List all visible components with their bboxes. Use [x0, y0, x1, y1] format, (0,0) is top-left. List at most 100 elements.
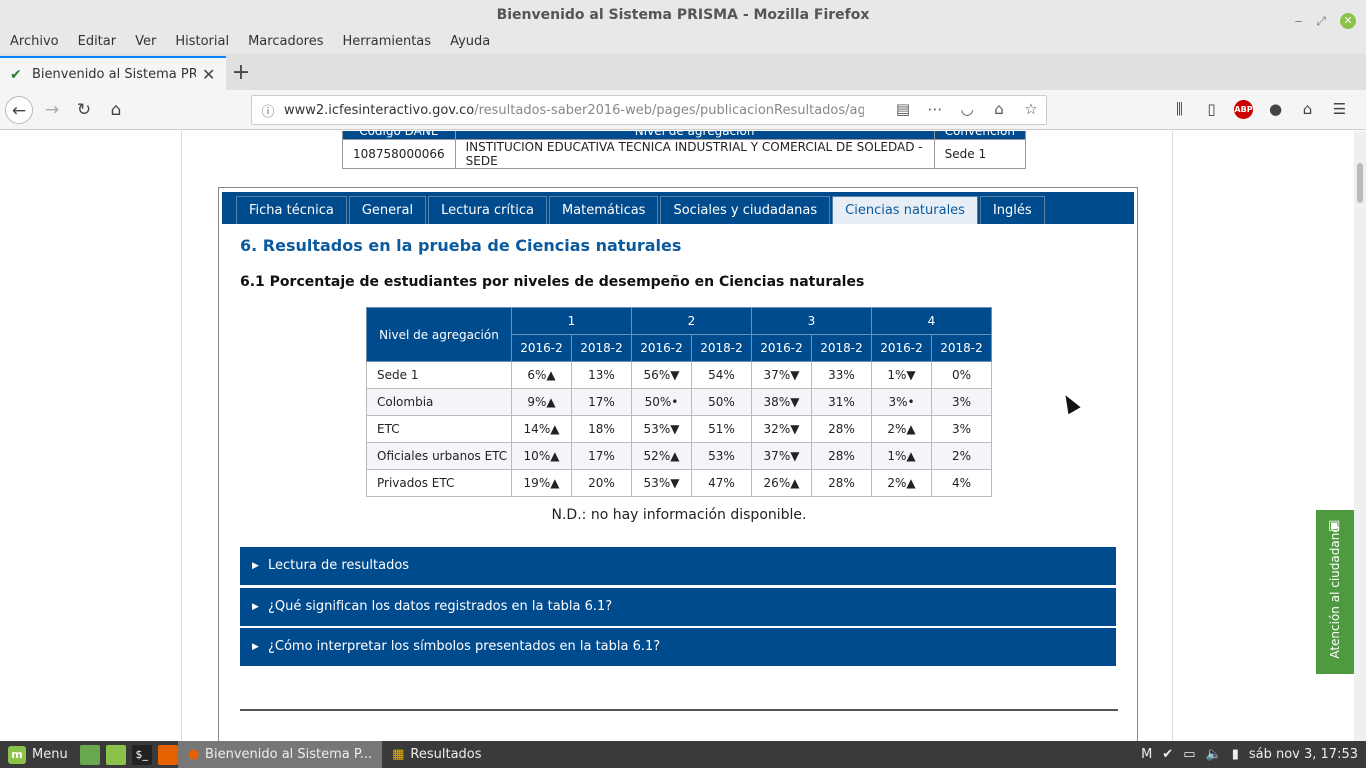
reload-button[interactable]: ↻	[70, 96, 98, 124]
table-header: Código DANE	[342, 131, 456, 140]
table-cell: 33%	[811, 361, 872, 389]
info-icon[interactable]: ⓘ	[252, 101, 284, 120]
table-cell: 28%	[811, 415, 872, 443]
mail-icon[interactable]: M	[1141, 747, 1152, 762]
volume-icon[interactable]: 🔈	[1206, 747, 1222, 762]
library-icon[interactable]: ⫼	[1170, 100, 1189, 119]
menu-bar: Archivo Editar Ver Historial Marcadores …	[0, 30, 1366, 54]
taskbar-item-firefox[interactable]: ● Bienvenido al Sistema P...	[177, 741, 383, 768]
tab-strip: ✔ Bienvenido al Sistema PRISMA ✕ +	[0, 54, 1366, 90]
toolbar-icons: ⫼ ▯ ABP ● ⌂ ☰	[1170, 100, 1349, 119]
row-name: ETC	[366, 415, 512, 443]
results-body: Sede 1 6%▲ 13% 56%▼ 54% 37%▼ 33% 1%▼ 0% Colombia 9…	[366, 361, 992, 497]
extension-icon[interactable]: ●	[1266, 100, 1285, 119]
menu-historial[interactable]: Historial	[175, 30, 238, 54]
institution-table: Código DANE Nivel de agregación Convenci…	[342, 131, 1026, 169]
menu-ayuda[interactable]: Ayuda	[450, 30, 499, 54]
row-name: Sede 1	[366, 361, 512, 389]
network-icon[interactable]: ▭	[1183, 747, 1195, 762]
system-tray: M ✔ ▭ 🔈 ▮ sáb nov 3, 17:53	[1141, 741, 1358, 768]
row-name: Oficiales urbanos ETC	[366, 442, 512, 470]
citizen-service-tab[interactable]: ▣ Atención al ciudadano	[1316, 510, 1354, 674]
table-cell: 10%▲	[511, 442, 572, 470]
tab-title: Bienvenido al Sistema PRISMA	[32, 66, 196, 82]
taskbar-item-resultados[interactable]: ▦ Resultados	[382, 741, 491, 768]
tab-lectura-critica[interactable]: Lectura crítica	[428, 196, 547, 224]
tab-ficha-tecnica[interactable]: Ficha técnica	[236, 196, 347, 224]
firefox-icon[interactable]	[157, 744, 178, 765]
accordion-como-interpretar[interactable]: ▶ ¿Cómo interpretar los símbolos present…	[240, 628, 1116, 666]
start-menu-button[interactable]: m Menu	[0, 745, 76, 764]
menu-marcadores[interactable]: Marcadores	[248, 30, 332, 54]
hamburger-menu-icon[interactable]: ☰	[1330, 100, 1349, 119]
table-cell: 20%	[571, 469, 632, 497]
battery-icon[interactable]: ▮	[1232, 747, 1239, 762]
table-cell: 31%	[811, 388, 872, 416]
home-button[interactable]: ⌂	[102, 96, 130, 124]
taskbar: m Menu $_ ● Bienvenido al Sistema P... ▦…	[0, 741, 1366, 768]
shield-icon[interactable]: ✔	[1162, 747, 1173, 762]
sidebar-icon[interactable]: ▯	[1202, 100, 1221, 119]
table-cell: 53%	[691, 442, 752, 470]
level-3-header: 3	[751, 307, 872, 335]
browser-tab[interactable]: ✔ Bienvenido al Sistema PRISMA ✕	[0, 56, 226, 90]
level-1-header: 1	[511, 307, 632, 335]
menu-editar[interactable]: Editar	[78, 30, 126, 54]
pocket-icon[interactable]: ◡	[958, 100, 976, 118]
scroll-thumb[interactable]	[1357, 163, 1363, 203]
menu-ver[interactable]: Ver	[135, 30, 165, 54]
table-cell: 52%▲	[631, 442, 692, 470]
tab-ingles[interactable]: Inglés	[979, 196, 1045, 224]
table-cell: 53%▼	[631, 415, 692, 443]
more-actions-icon[interactable]: ⋯	[926, 100, 944, 118]
tab-ciencias-naturales[interactable]: Ciencias naturales	[832, 196, 978, 224]
accordion-que-significan[interactable]: ▶ ¿Qué significan los datos registrados …	[240, 588, 1116, 626]
show-desktop-icon[interactable]	[79, 744, 100, 765]
menu-herramientas[interactable]: Herramientas	[343, 30, 441, 54]
tab-matematicas[interactable]: Matemáticas	[548, 196, 659, 224]
page-scrollbar[interactable]	[1354, 131, 1366, 741]
table-row: Oficiales urbanos ETC 10%▲ 17% 52%▲ 53% 37%▼ 2…	[366, 442, 992, 470]
new-tab-button[interactable]: +	[230, 60, 252, 85]
tab-general[interactable]: General	[348, 196, 427, 224]
reader-view-icon[interactable]: ▤	[894, 100, 912, 118]
url-bar[interactable]: ⓘ www2.icfesinteractivo.gov.co/resultado…	[251, 95, 1047, 125]
taskbar-item-label: Bienvenido al Sistema P...	[205, 747, 373, 762]
url-text[interactable]: www2.icfesinteractivo.gov.co/resultados-…	[284, 103, 864, 118]
results-table: Nivel de agregación 1 2 3 4 2016-2 2018-…	[366, 307, 992, 497]
terminal-icon[interactable]: $_	[131, 744, 152, 765]
table-cell: 4%	[931, 469, 992, 497]
section-title: 6. Resultados en la prueba de Ciencias n…	[240, 236, 682, 255]
tab-sociales[interactable]: Sociales y ciudadanas	[660, 196, 831, 224]
table-cell: 38%▼	[751, 388, 812, 416]
table-cell: 50%	[691, 388, 752, 416]
taskbar-item-label: Resultados	[410, 747, 482, 762]
home-extension-icon[interactable]: ⌂	[1298, 100, 1317, 119]
table-cell: 32%▼	[751, 415, 812, 443]
close-window-button[interactable]: ✕	[1340, 13, 1356, 29]
subsection-title: 6.1 Porcentaje de estudiantes por nivele…	[240, 274, 865, 290]
back-button[interactable]: ←	[5, 96, 33, 124]
row-name: Privados ETC	[366, 469, 512, 497]
caret-right-icon: ▶	[252, 561, 259, 571]
table-cell: 50%•	[631, 388, 692, 416]
table-cell: 0%	[931, 361, 992, 389]
start-menu-label: Menu	[32, 747, 68, 762]
forward-button[interactable]: →	[38, 96, 66, 124]
bookmark-star-icon[interactable]: ☆	[1022, 100, 1040, 118]
accordion-lectura-resultados[interactable]: ▶ Lectura de resultados	[240, 547, 1116, 585]
table-header: Convención	[933, 131, 1026, 140]
home-extension-icon[interactable]: ⌂	[990, 100, 1008, 118]
dane-code: 108758000066	[342, 139, 456, 169]
files-icon[interactable]	[105, 744, 126, 765]
nd-note: N.D.: no hay información disponible.	[551, 507, 807, 523]
clock[interactable]: sáb nov 3, 17:53	[1249, 747, 1358, 762]
tab-close-button[interactable]: ✕	[202, 65, 215, 84]
table-cell: 56%▼	[631, 361, 692, 389]
table-header: Nivel de agregación	[454, 131, 935, 140]
url-actions: ▤ ⋯ ◡ ⌂ ☆	[894, 100, 1040, 118]
adblock-icon[interactable]: ABP	[1234, 100, 1253, 119]
page-viewport: Código DANE Nivel de agregación Convenci…	[0, 131, 1366, 741]
table-row: Sede 1 6%▲ 13% 56%▼ 54% 37%▼ 33% 1%▼ 0%	[366, 361, 992, 389]
menu-archivo[interactable]: Archivo	[10, 30, 68, 54]
